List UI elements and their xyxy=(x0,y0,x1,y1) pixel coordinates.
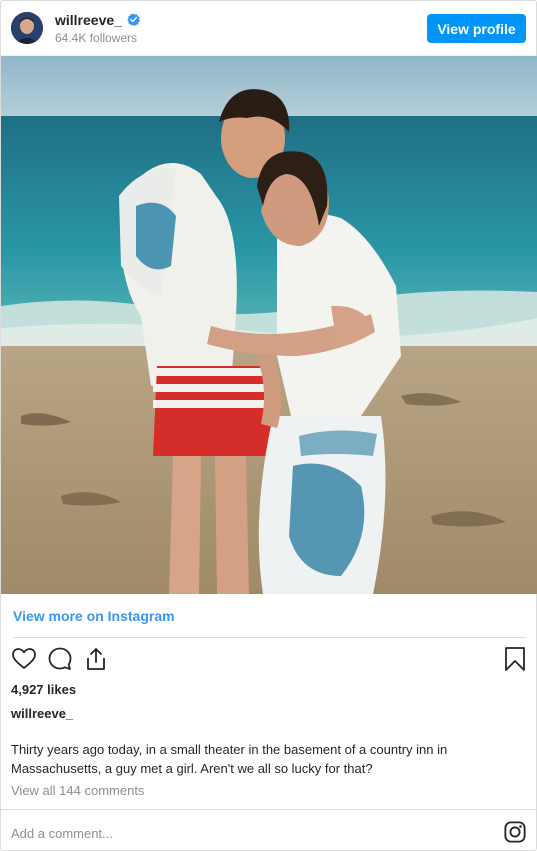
view-comments-link[interactable]: View all 144 comments xyxy=(11,783,144,798)
comment-icon[interactable] xyxy=(47,646,73,672)
profile-avatar[interactable] xyxy=(11,12,43,44)
section-divider xyxy=(13,637,526,638)
heart-icon[interactable] xyxy=(11,646,37,672)
post-header: willreeve_ 64.4K followers View profile xyxy=(1,1,536,56)
add-comment-field[interactable]: Add a comment... xyxy=(11,826,113,841)
view-more-link[interactable]: View more on Instagram xyxy=(13,608,175,624)
comment-divider xyxy=(1,809,536,810)
header-text: willreeve_ 64.4K followers xyxy=(55,12,140,45)
post-photo[interactable] xyxy=(1,56,537,594)
post-actions xyxy=(11,646,528,674)
caption-username[interactable]: willreeve_ xyxy=(11,706,73,721)
follower-count: 64.4K followers xyxy=(55,30,138,45)
view-profile-button[interactable]: View profile xyxy=(427,14,526,43)
verified-badge-icon xyxy=(127,13,140,26)
bookmark-icon[interactable] xyxy=(502,646,528,672)
post-caption: Thirty years ago today, in a small theat… xyxy=(11,742,448,776)
like-count[interactable]: 4,927 likes xyxy=(11,682,76,697)
instagram-logo-icon[interactable] xyxy=(504,821,526,843)
username-row: willreeve_ xyxy=(55,12,140,28)
username-link[interactable]: willreeve_ xyxy=(55,12,122,28)
share-icon[interactable] xyxy=(83,646,109,672)
instagram-embed: willreeve_ 64.4K followers View profile xyxy=(0,0,537,851)
